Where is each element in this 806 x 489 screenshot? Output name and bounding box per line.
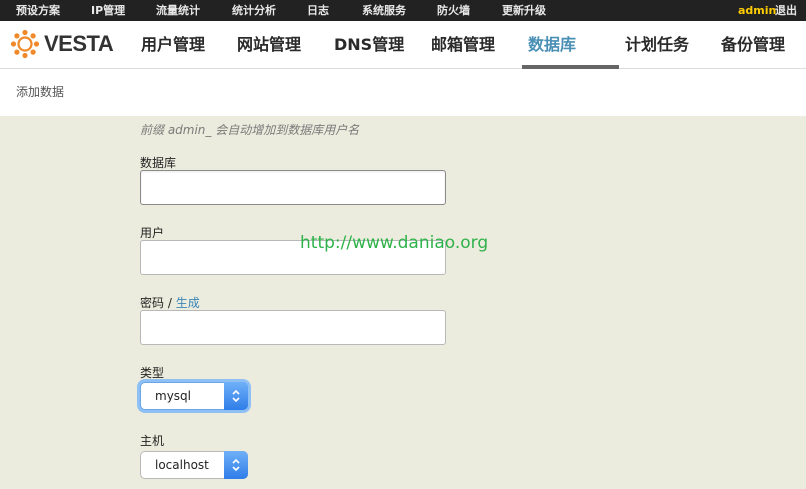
password-label: 密码 / xyxy=(140,296,172,310)
nav-backups[interactable]: 备份管理 xyxy=(721,21,785,68)
topbar-item-presets[interactable]: 预设方案 xyxy=(16,0,60,21)
topbar-item-services[interactable]: 系统服务 xyxy=(362,0,406,21)
user-name-link[interactable]: admin xyxy=(738,0,776,21)
nav-cron[interactable]: 计划任务 xyxy=(625,21,689,68)
main-nav: VESTA 用户管理 网站管理 DNS管理 邮箱管理 数据库 计划任务 备份管理 xyxy=(0,21,806,69)
host-label: 主机 xyxy=(140,434,165,448)
watermark-text: http://www.daniao.org xyxy=(300,233,489,253)
topbar-item-firewall[interactable]: 防火墙 xyxy=(437,0,470,21)
nav-databases[interactable]: 数据库 xyxy=(528,21,576,68)
database-input[interactable] xyxy=(140,170,446,205)
nav-dns[interactable]: DNS管理 xyxy=(334,21,404,68)
top-bar: 预设方案 IP管理 流量统计 统计分析 日志 系统服务 防火墙 更新升级 adm… xyxy=(0,0,806,21)
topbar-item-stats[interactable]: 统计分析 xyxy=(232,0,276,21)
password-label-group: 密码 / 生成 xyxy=(140,294,200,311)
vesta-logo-icon xyxy=(10,29,40,59)
select-arrows-icon xyxy=(224,382,248,410)
type-label: 类型 xyxy=(140,366,165,380)
user-label: 用户 xyxy=(140,226,165,240)
database-label: 数据库 xyxy=(140,156,177,170)
nav-web[interactable]: 网站管理 xyxy=(237,21,301,68)
topbar-item-ip[interactable]: IP管理 xyxy=(91,0,125,21)
password-input[interactable] xyxy=(140,310,446,345)
vesta-logo[interactable]: VESTA xyxy=(10,29,114,59)
select-arrows-icon xyxy=(224,451,248,479)
generate-password-link[interactable]: 生成 xyxy=(176,296,200,310)
topbar-item-traffic[interactable]: 流量统计 xyxy=(156,0,200,21)
page-title: 添加数据 xyxy=(16,85,65,99)
type-select-value: mysql xyxy=(155,389,191,403)
topbar-item-logs[interactable]: 日志 xyxy=(307,0,329,21)
brand-name: VESTA xyxy=(44,31,114,56)
type-select[interactable]: mysql xyxy=(140,382,248,410)
prefix-hint: 前缀 admin_ 会自动增加到数据库用户名 xyxy=(140,123,360,137)
page-header: 添加数据 xyxy=(0,69,806,116)
nav-users[interactable]: 用户管理 xyxy=(141,21,205,68)
add-database-form: 前缀 admin_ 会自动增加到数据库用户名 数据库 用户 密码 / 生成 类型… xyxy=(0,116,806,489)
topbar-item-updates[interactable]: 更新升级 xyxy=(502,0,546,21)
logout-link[interactable]: 退出 xyxy=(775,0,797,21)
host-select-value: localhost xyxy=(155,458,209,472)
host-select[interactable]: localhost xyxy=(140,451,248,479)
nav-mail[interactable]: 邮箱管理 xyxy=(431,21,495,68)
